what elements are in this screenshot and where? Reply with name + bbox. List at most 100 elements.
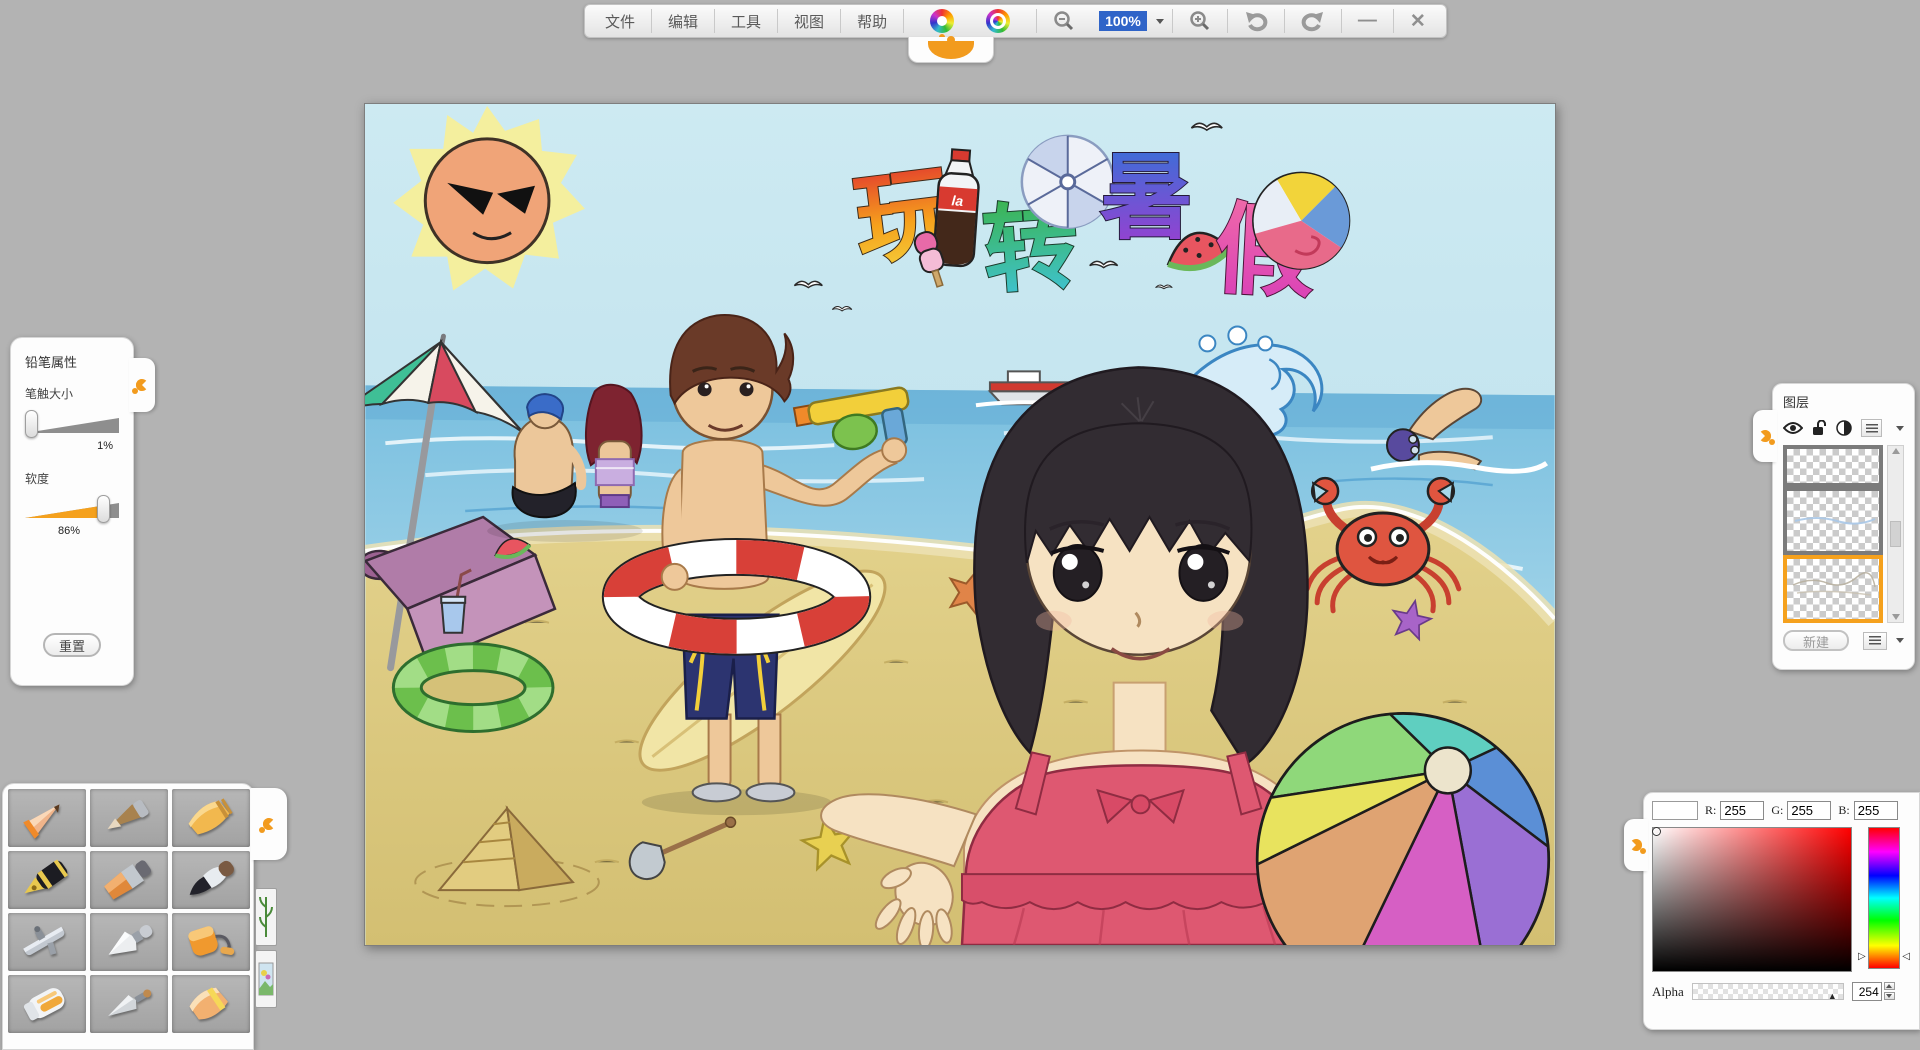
- orange-handle-icon: [1759, 430, 1771, 442]
- saturation-value-square[interactable]: [1652, 827, 1852, 972]
- brush-panel-collapse-handle[interactable]: [251, 788, 287, 860]
- bottle-label: la: [951, 192, 964, 209]
- chevron-down-icon: [1896, 638, 1904, 643]
- menu-help[interactable]: 帮助: [841, 5, 903, 37]
- brush-crayon[interactable]: [172, 789, 250, 847]
- softness-handle[interactable]: [97, 495, 110, 523]
- chevron-down-icon: [1156, 19, 1164, 24]
- ink-bottle-icon: [15, 980, 79, 1028]
- brush-painting-knife[interactable]: [90, 975, 168, 1033]
- alpha-decrement-button[interactable]: [1884, 992, 1895, 1000]
- reset-button[interactable]: 重置: [43, 633, 101, 657]
- pencil-panel-collapse-handle[interactable]: [129, 358, 155, 412]
- title-char-3: 暑: [1100, 145, 1194, 250]
- layer-row-1[interactable]: [1783, 445, 1883, 487]
- drawing-canvas[interactable]: 玩 la 转 暑 假: [364, 103, 1556, 946]
- top-toolbar: 文件 编辑 工具 视图 帮助 100%: [584, 4, 1447, 38]
- layer-row-2[interactable]: [1783, 487, 1883, 555]
- undo-button[interactable]: [1228, 5, 1284, 37]
- brush-wooden-pencil[interactable]: [90, 789, 168, 847]
- palette-knife-icon: [97, 918, 161, 966]
- blue-input[interactable]: [1854, 801, 1898, 820]
- layer-options-button[interactable]: [1861, 419, 1882, 437]
- alpha-slider[interactable]: ▲: [1692, 983, 1844, 1000]
- close-button[interactable]: ✕: [1394, 5, 1442, 37]
- alpha-label: Alpha: [1652, 984, 1684, 1000]
- scroll-up-icon[interactable]: [1892, 448, 1900, 454]
- color-panel-collapse-handle[interactable]: [1624, 819, 1648, 871]
- softness-fill: [25, 503, 106, 518]
- new-layer-button[interactable]: 新建: [1783, 630, 1849, 651]
- orange-handle-icon: [263, 818, 275, 830]
- airbrush-icon: [15, 918, 79, 966]
- menu-tools[interactable]: 工具: [715, 5, 777, 37]
- menu-icon: [1866, 424, 1878, 433]
- zoom-in-button[interactable]: [1173, 5, 1227, 37]
- brush-airbrush[interactable]: [8, 913, 86, 971]
- layer-visibility-button[interactable]: [1783, 421, 1803, 435]
- blue-label: B:: [1838, 803, 1849, 818]
- brush-size-slider[interactable]: [25, 410, 119, 438]
- menu-file[interactable]: 文件: [589, 5, 651, 37]
- zoom-level-select[interactable]: 100%: [1091, 5, 1172, 37]
- menu-edit[interactable]: 编辑: [652, 5, 714, 37]
- pencil-panel-title: 铅笔属性: [25, 352, 119, 371]
- hue-slider[interactable]: ▷ ◁: [1868, 827, 1900, 969]
- zoom-out-button[interactable]: [1037, 5, 1091, 37]
- brush-size-label: 笔触大小: [25, 385, 119, 402]
- brush-size-value: 1%: [25, 440, 113, 452]
- green-input[interactable]: [1787, 801, 1831, 820]
- orange-handle-icon: [1630, 839, 1642, 851]
- layer-opacity-button[interactable]: [1836, 420, 1852, 436]
- brush-roller[interactable]: [172, 913, 250, 971]
- alpha-input[interactable]: [1852, 982, 1882, 1001]
- red-label: R:: [1705, 803, 1716, 818]
- texture-plant-brush-button[interactable]: [255, 888, 277, 946]
- rainbow-pen-button[interactable]: [914, 5, 970, 37]
- minimize-icon: —: [1358, 10, 1377, 32]
- brush-selection-panel: [2, 783, 254, 1050]
- brush-oil-pastel[interactable]: [172, 975, 250, 1033]
- pencil-properties-panel: 铅笔属性 笔触大小 1% 软度 86% 重置: [10, 337, 134, 686]
- eye-icon: [1783, 421, 1803, 435]
- scrollbar-thumb[interactable]: [1890, 521, 1901, 547]
- rainbow-pen-icon: [930, 9, 954, 33]
- chevron-down-icon: [1896, 426, 1904, 431]
- red-input[interactable]: [1720, 801, 1764, 820]
- brush-palette-knife[interactable]: [90, 913, 168, 971]
- rainbow-palette-button[interactable]: [970, 5, 1026, 37]
- brush-fountain-pen[interactable]: [8, 851, 86, 909]
- hue-marker-left-icon[interactable]: ▷: [1858, 952, 1866, 962]
- orange-smile-icon: [928, 41, 974, 59]
- layers-menu-button[interactable]: [1863, 632, 1887, 650]
- layer-row-3-selected[interactable]: [1783, 555, 1883, 623]
- hue-marker-right-icon[interactable]: ◁: [1902, 952, 1910, 962]
- current-color-swatch[interactable]: [1652, 801, 1698, 820]
- oil-pastel-icon: [179, 980, 243, 1028]
- brush-pencil[interactable]: [8, 789, 86, 847]
- close-icon: ✕: [1410, 10, 1426, 33]
- pattern-image-brush-button[interactable]: [255, 950, 277, 1008]
- redo-button[interactable]: [1285, 5, 1341, 37]
- layer-lock-button[interactable]: [1812, 420, 1827, 436]
- brush-size-handle[interactable]: [25, 410, 38, 438]
- minimize-button[interactable]: —: [1342, 5, 1393, 37]
- menu-view[interactable]: 视图: [778, 5, 840, 37]
- alpha-marker-icon[interactable]: ▲: [1828, 991, 1837, 1001]
- toolbar-collapse-tab[interactable]: [908, 37, 994, 63]
- fountain-pen-icon: [15, 856, 79, 904]
- brush-round[interactable]: [172, 851, 250, 909]
- layers-scrollbar[interactable]: [1887, 445, 1904, 623]
- brush-size-track[interactable]: [25, 418, 119, 433]
- alpha-increment-button[interactable]: [1884, 982, 1895, 990]
- brush-ink-bottle[interactable]: [8, 975, 86, 1033]
- layers-panel-collapse-handle[interactable]: [1753, 410, 1777, 462]
- sv-marker[interactable]: [1652, 827, 1661, 836]
- round-brush-icon: [179, 856, 243, 904]
- zoom-level-value: 100%: [1099, 11, 1147, 31]
- brush-flat[interactable]: [90, 851, 168, 909]
- softness-slider[interactable]: [25, 495, 119, 523]
- flat-brush-icon: [97, 856, 161, 904]
- softness-value: 86%: [25, 525, 113, 537]
- scroll-down-icon[interactable]: [1892, 614, 1900, 620]
